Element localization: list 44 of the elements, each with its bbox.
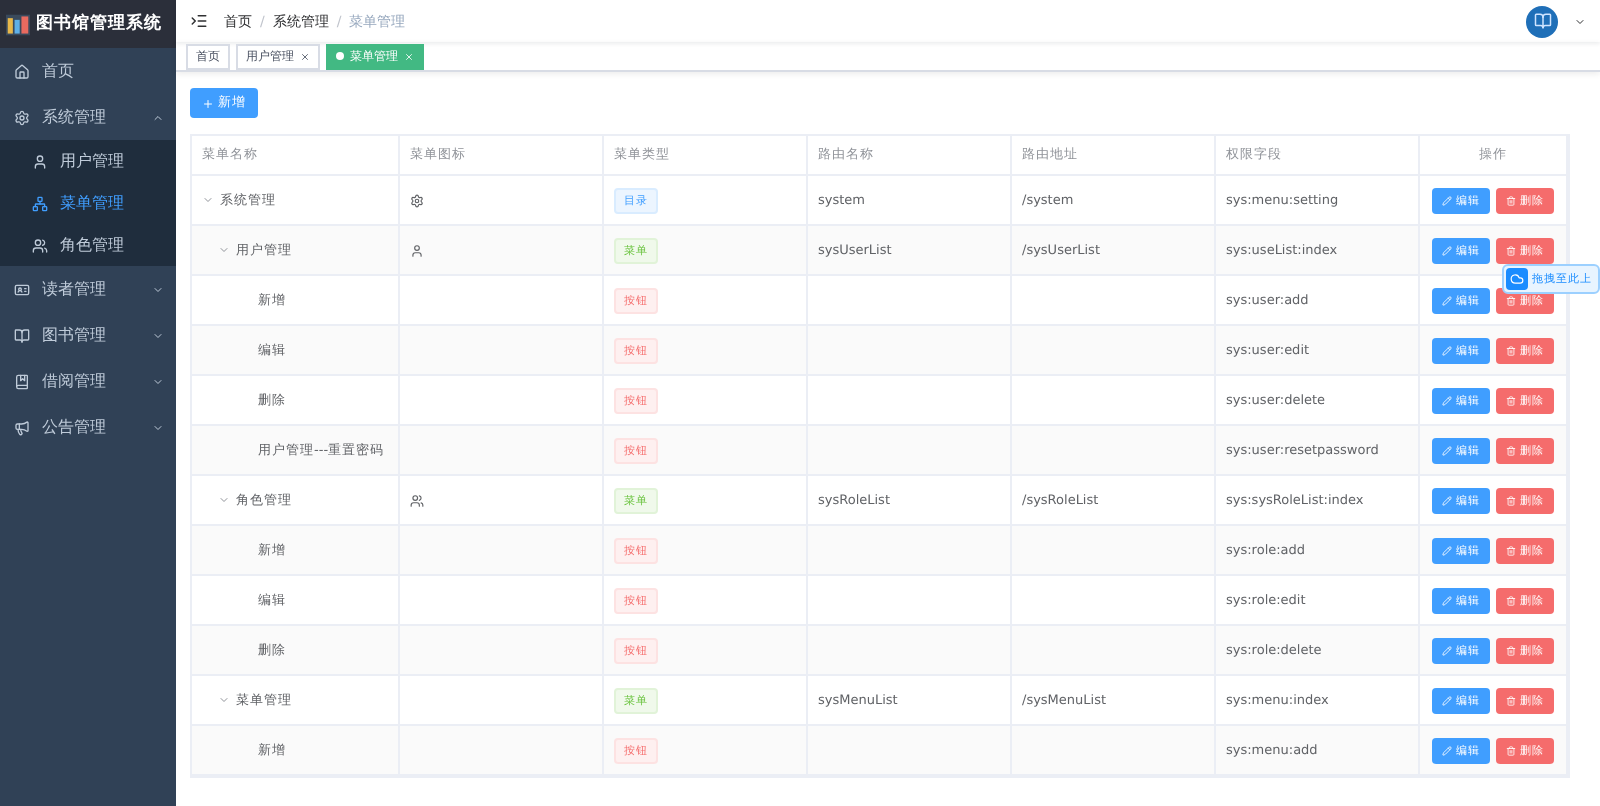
caret-icon: [152, 375, 164, 387]
pencil-icon: [1442, 695, 1452, 705]
pencil-icon: [1442, 395, 1452, 405]
logo-icon: [6, 13, 30, 35]
sidebar-item[interactable]: 用户管理: [0, 140, 176, 182]
trash-icon: [1506, 695, 1516, 705]
caret-icon: [152, 421, 164, 433]
trash-icon: [1506, 495, 1516, 505]
expand-icon[interactable]: [218, 244, 230, 256]
trash-icon: [1506, 545, 1516, 555]
caret-icon: [152, 283, 164, 295]
pencil-icon: [1442, 295, 1452, 305]
trash-icon: [1506, 245, 1516, 255]
avatar[interactable]: [1526, 5, 1558, 37]
expand-icon[interactable]: [202, 194, 214, 206]
pencil-icon: [1442, 445, 1452, 455]
pencil-icon: [1442, 195, 1452, 205]
caret-icon[interactable]: [1574, 15, 1586, 27]
trash-icon: [1506, 195, 1516, 205]
trash-icon: [1506, 295, 1516, 305]
caret-icon: [152, 111, 164, 123]
app-title: 图书馆管理系统: [36, 12, 162, 36]
trash-icon: [1506, 645, 1516, 655]
pencil-icon: [1442, 495, 1452, 505]
pencil-icon: [1442, 745, 1452, 755]
pencil-icon: [1442, 245, 1452, 255]
cloud-icon: [1506, 268, 1528, 290]
expand-icon[interactable]: [218, 494, 230, 506]
sidebar-item[interactable]: 角色管理: [0, 224, 176, 266]
sidebar-item[interactable]: 菜单管理: [0, 182, 176, 224]
caret-icon: [152, 329, 164, 341]
plus-icon: [202, 97, 214, 109]
trash-icon: [1506, 445, 1516, 455]
pencil-icon: [1442, 545, 1452, 555]
trash-icon: [1506, 745, 1516, 755]
menu-toggle-icon[interactable]: [190, 12, 208, 30]
trash-icon: [1506, 345, 1516, 355]
expand-icon[interactable]: [218, 694, 230, 706]
book-icon: [1533, 12, 1551, 30]
pencil-icon: [1442, 345, 1452, 355]
pencil-icon: [1442, 595, 1452, 605]
pencil-icon: [1442, 645, 1452, 655]
trash-icon: [1506, 395, 1516, 405]
trash-icon: [1506, 595, 1516, 605]
